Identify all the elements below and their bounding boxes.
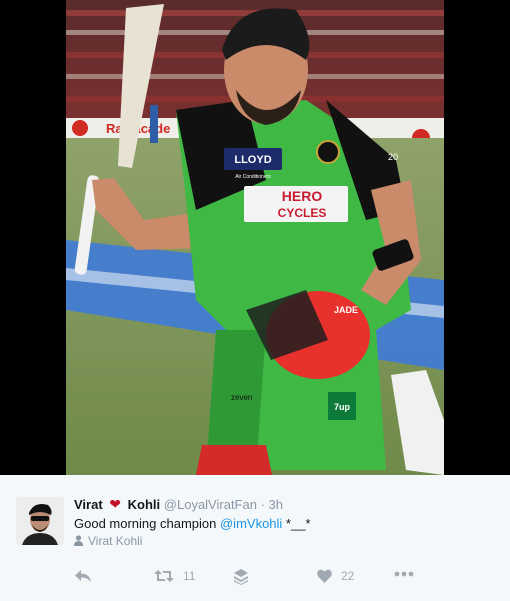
- reply-button[interactable]: [74, 569, 92, 583]
- retweeted-by-name[interactable]: Virat Kohli: [88, 534, 142, 548]
- layers-button[interactable]: [234, 569, 248, 585]
- jersey-brand-line1: HERO: [282, 188, 323, 204]
- like-count: 22: [341, 569, 355, 583]
- avatar-icon: [16, 497, 64, 545]
- tweet-timestamp[interactable]: 3h: [269, 497, 283, 512]
- jersey-sponsor-sub: Air Conditioners: [235, 174, 271, 180]
- tweet-card: Virat ❤ Kohli @LoyalViratFan · 3h Good m…: [0, 475, 510, 601]
- retweet-button[interactable]: 11: [154, 569, 195, 583]
- media-backdrop: Ra cacade LLOYD Air Conditioners HERO CY…: [0, 0, 510, 475]
- helmet-brand: JADE: [334, 305, 358, 315]
- retweeted-by: Virat Kohli: [74, 534, 142, 549]
- retweet-count: 11: [183, 569, 196, 583]
- jersey-brand-line2: CYCLES: [278, 206, 327, 220]
- shorts-badge: 7up: [334, 402, 351, 412]
- more-button[interactable]: [394, 571, 414, 577]
- user-handle[interactable]: @LoyalViratFan: [164, 497, 257, 512]
- display-name-first[interactable]: Virat: [74, 497, 103, 512]
- tweet-header: Virat ❤ Kohli @LoyalViratFan · 3h: [74, 496, 283, 513]
- jersey-sponsor: LLOYD: [234, 154, 271, 166]
- avatar[interactable]: [16, 497, 64, 545]
- display-name-last[interactable]: Kohli: [128, 497, 161, 512]
- person-icon: [74, 535, 83, 549]
- layers-icon: [234, 569, 248, 585]
- tweet-actions: 11 22: [74, 569, 494, 585]
- tweet-photo[interactable]: Ra cacade LLOYD Air Conditioners HERO CY…: [66, 0, 444, 475]
- like-button[interactable]: 22: [317, 569, 354, 583]
- retweet-icon: [154, 569, 174, 583]
- more-dots-icon: [394, 571, 414, 577]
- separator-dot: ·: [260, 497, 265, 512]
- shirt-number: 20: [388, 152, 398, 162]
- kit-brand: zeven: [231, 393, 252, 402]
- photo-illustration: Ra cacade LLOYD Air Conditioners HERO CY…: [66, 0, 444, 475]
- tweet-text: Good morning champion @imVkohli *__*: [74, 516, 311, 531]
- mention-link[interactable]: @imVkohli: [220, 516, 282, 531]
- tweet-text-before: Good morning champion: [74, 516, 220, 531]
- heart-icon: [317, 569, 332, 583]
- red-heart-emoji: ❤: [109, 496, 122, 512]
- reply-arrow-icon: [74, 569, 92, 583]
- tweet-text-after: *__*: [282, 516, 311, 531]
